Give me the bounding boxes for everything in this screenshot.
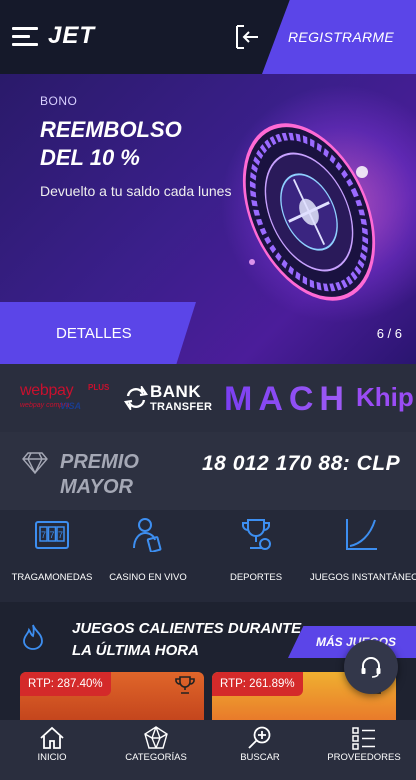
roulette-wheel-image <box>242 123 376 301</box>
jackpot-banner: PREMIO MAYOR 18 012 170 88: CLP <box>0 432 416 510</box>
search-icon <box>248 726 271 749</box>
top-header: JET REGISTRARME <box>0 0 416 74</box>
slot-machine-icon: 7 7 7 <box>35 521 69 549</box>
transfer-word: TRANSFER <box>150 401 213 413</box>
nav-home[interactable]: INICIO <box>0 720 104 780</box>
jackpot-amount: 18 012 170 88: CLP <box>202 452 401 475</box>
svg-text:7: 7 <box>41 530 46 540</box>
webpay-logo[interactable]: webpay PLUS webpay compra VISA <box>20 382 112 416</box>
svg-text:7: 7 <box>58 530 63 540</box>
category-instant[interactable]: JUEGOS INSTANTÁNEOS <box>310 516 416 596</box>
nav-label: CATEGORÍAS <box>125 752 187 763</box>
bank-word: BANK <box>150 382 202 401</box>
category-row: 7 7 7 TRAGAMONEDAS CASINO EN VIVO DEPORT… <box>0 510 416 602</box>
jackpot-title: PREMIO MAYOR <box>60 451 139 498</box>
nav-label: BUSCAR <box>240 752 280 763</box>
category-label: DEPORTES <box>229 572 283 583</box>
nav-providers[interactable]: PROVEEDORES <box>312 720 416 780</box>
bonus-label: BONO <box>40 94 78 108</box>
category-sports[interactable]: DEPORTES <box>204 516 308 596</box>
flame-icon <box>23 624 43 650</box>
nav-label: INICIO <box>37 752 67 763</box>
khipu-logo[interactable]: Khip <box>356 382 414 413</box>
rtp-badge: RTP: 261.89% <box>212 672 303 696</box>
live-dealer-icon <box>133 518 162 552</box>
home-icon <box>40 726 64 749</box>
webpay-plus: PLUS <box>88 383 110 392</box>
jet-logo[interactable]: JET <box>48 22 95 50</box>
transfer-arrows-icon <box>124 386 148 410</box>
register-button[interactable]: REGISTRARME <box>262 0 416 74</box>
hot-games-title: JUEGOS CALIENTES DURANTE LA ÚLTIMA HORA <box>72 620 302 659</box>
support-chat-button[interactable] <box>344 640 398 694</box>
visa-mark: VISA <box>60 401 82 411</box>
payment-methods-strip[interactable]: webpay PLUS webpay compra VISA BANK TRAN… <box>0 364 416 432</box>
headset-icon <box>361 657 381 678</box>
bonus-title: REEMBOLSO DEL 10 % <box>40 117 182 170</box>
promo-banner[interactable]: BONO REEMBOLSO DEL 10 % Devuelto a tu sa… <box>0 74 416 364</box>
nav-search[interactable]: BUSCAR <box>208 720 312 780</box>
login-icon[interactable] <box>234 24 260 50</box>
bonus-description: Devuelto a tu saldo cada lunes <box>40 183 232 199</box>
mach-logo[interactable]: MACH <box>224 380 350 419</box>
instant-chart-icon <box>346 519 377 550</box>
category-live-casino[interactable]: CASINO EN VIVO <box>96 516 200 596</box>
category-label: TRAGAMONEDAS <box>11 572 93 583</box>
svg-text:7: 7 <box>49 530 54 540</box>
game-card[interactable]: RTP: 287.40% <box>20 672 204 724</box>
hamburger-menu-icon[interactable] <box>12 27 38 47</box>
nav-label: PROVEEDORES <box>327 752 401 763</box>
providers-icon <box>352 727 375 750</box>
category-label: JUEGOS INSTANTÁNEOS <box>310 572 416 583</box>
rtp-badge: RTP: 287.40% <box>20 672 111 696</box>
bottom-navigation: INICIO CATEGORÍAS BUSCAR PROVEEDORES <box>0 720 416 780</box>
nav-categories[interactable]: CATEGORÍAS <box>104 720 208 780</box>
sports-trophy-icon <box>242 519 271 550</box>
categories-icon <box>144 726 168 749</box>
webpay-word: webpay <box>20 382 74 399</box>
diamond-icon <box>22 452 48 474</box>
category-label: CASINO EN VIVO <box>109 572 187 583</box>
category-slots[interactable]: 7 7 7 TRAGAMONEDAS <box>0 516 104 596</box>
trophy-icon[interactable] <box>174 675 196 695</box>
bank-transfer-logo[interactable]: BANK TRANSFER <box>124 382 214 416</box>
details-button[interactable]: DETALLES <box>0 302 196 364</box>
banner-pager: 6 / 6 <box>376 326 402 341</box>
